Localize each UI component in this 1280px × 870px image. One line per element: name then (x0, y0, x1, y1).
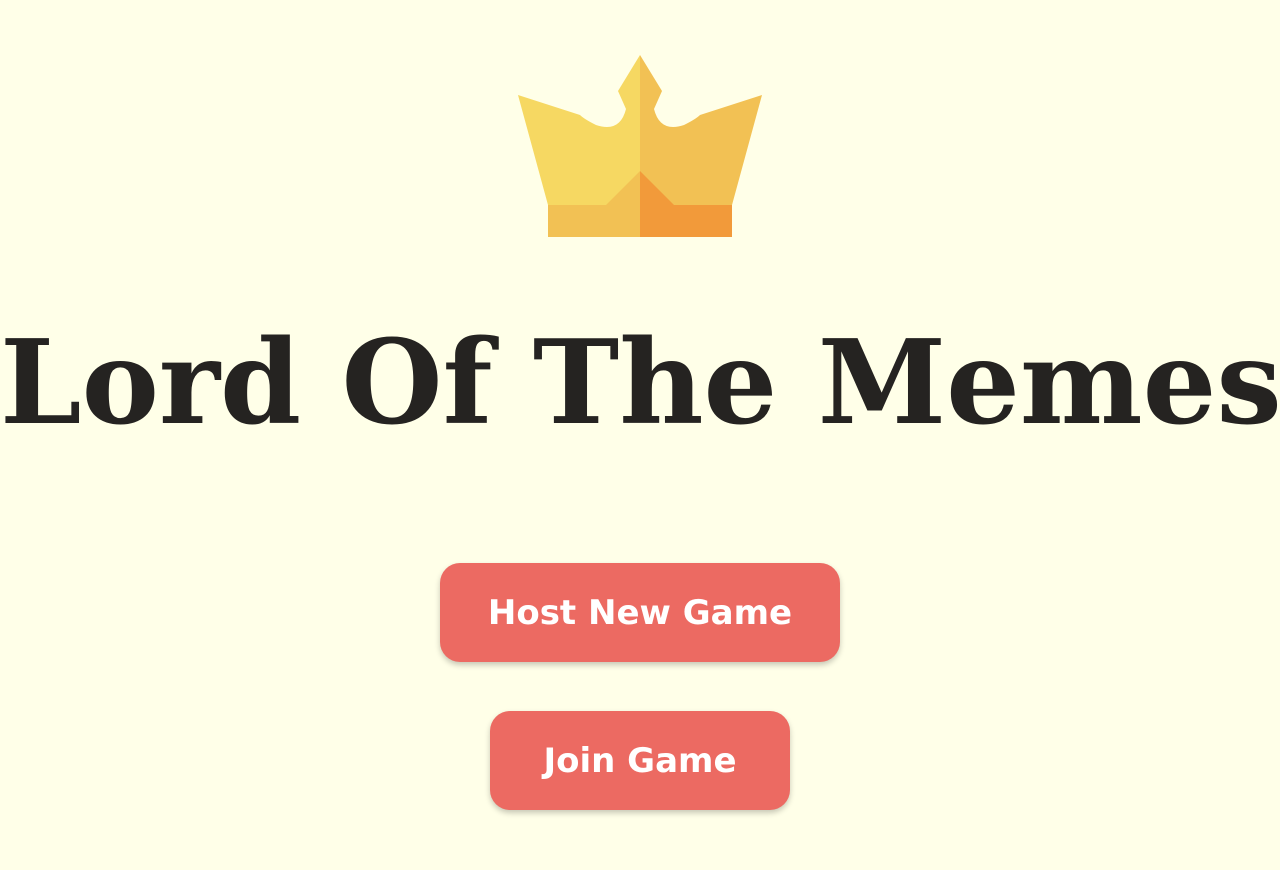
crown-right-half (640, 55, 762, 205)
home-screen: Lord Of The Memes Host New Game Join Gam… (0, 0, 1280, 870)
crown-icon (518, 55, 762, 239)
join-game-button[interactable]: Join Game (490, 711, 790, 810)
game-title: Lord Of The Memes (0, 315, 1280, 451)
host-new-game-button[interactable]: Host New Game (440, 563, 840, 662)
crown-left-half (518, 55, 640, 205)
